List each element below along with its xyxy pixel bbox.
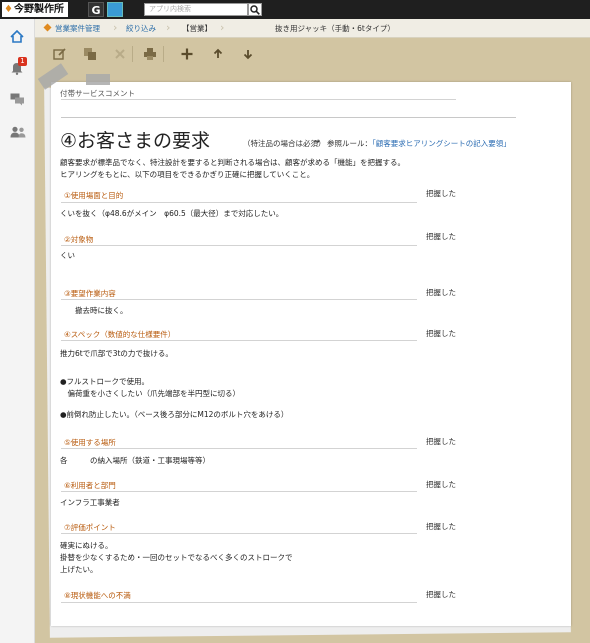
search-icon <box>250 5 260 15</box>
section-label: ⑥利用者と部門 <box>64 481 116 490</box>
record-toolbar <box>35 38 590 70</box>
section-underline <box>61 448 417 449</box>
section-label: ①使用場面と目的 <box>64 191 124 200</box>
chat-icon <box>10 93 24 106</box>
acknowledge-status[interactable]: 把握した <box>426 589 456 600</box>
add-record-button[interactable] <box>180 47 194 61</box>
section-label: ④スペック（数値的な仕様要件） <box>64 330 176 339</box>
section-text: 上げたい。 <box>60 565 98 574</box>
delete-button[interactable] <box>113 47 127 61</box>
print-button[interactable] <box>143 47 157 61</box>
section-text: 撤去時に抜く。 <box>60 306 128 315</box>
acknowledge-status[interactable]: 把握した <box>426 188 456 199</box>
section-label: ⑦評価ポイント <box>64 523 116 532</box>
acknowledge-status[interactable]: 把握した <box>426 436 456 447</box>
section-underline <box>61 202 417 203</box>
prev-section-label: 付帯サービスコメント <box>60 89 135 98</box>
logo-text: 今野製作所 <box>13 4 64 15</box>
arrow-up-icon <box>213 48 223 58</box>
print-icon <box>144 48 156 60</box>
logo-mark-icon: ♦ <box>4 4 13 15</box>
record-sheet: 付帯サービスコメント ④お客さまの要求 （特注品の場合は必須） → 参照ルール：… <box>37 63 571 626</box>
acknowledge-status[interactable]: 把握した <box>426 521 456 532</box>
section-underline <box>61 533 417 534</box>
section-label: ③要望作業内容 <box>64 289 116 298</box>
reference-rule: 参照ルール：「顧客要求ヒアリングシートの記入要領」 <box>327 138 511 149</box>
acknowledge-status[interactable]: 把握した <box>426 479 456 490</box>
section-text: くいを抜く（φ48.6がメイン φ60.5（最大径）まで対応したい。 <box>60 209 284 218</box>
notification-badge: 1 <box>18 57 27 66</box>
section-underline <box>61 245 417 246</box>
next-record-button[interactable] <box>241 47 255 61</box>
left-rail: 1 <box>0 19 35 643</box>
previous-record-button[interactable] <box>211 47 225 61</box>
tape-decoration <box>86 74 110 85</box>
rail-users[interactable] <box>0 118 34 148</box>
breadcrumb-separator-icon: › <box>166 21 171 34</box>
section-text: インフラ工事業者 <box>60 498 120 507</box>
ref-link[interactable]: 「顧客要求ヒアリングシートの記入要領」 <box>372 139 511 148</box>
section-text: 各 の納入場所（鉄道・工事現場等等） <box>60 456 210 465</box>
section-underline <box>61 602 417 603</box>
section-label: ⑧現状機能への不満 <box>64 591 131 600</box>
rail-home[interactable] <box>0 22 34 52</box>
breadcrumb: 営業案件管理 › 絞り込み › 【営業】 › 抜き用ジャッキ（手動・6tタイプ） <box>35 19 590 38</box>
section-heading: ④お客さまの要求 <box>60 130 211 152</box>
edit-icon <box>53 48 66 60</box>
users-icon <box>10 126 26 138</box>
copy-icon <box>84 48 96 60</box>
top-bar: ♦今野製作所 G アプリ内検索 <box>0 0 590 19</box>
section-text: くい <box>60 251 75 260</box>
rail-notifications[interactable]: 1 <box>0 53 34 83</box>
breadcrumb-item-app[interactable]: 営業案件管理 <box>55 23 100 34</box>
section-underline <box>61 299 417 300</box>
section-text: 推力6tで爪部で3tの力で抜ける。 <box>60 349 173 358</box>
section-text: ●フルストロークで使用。 <box>60 377 150 386</box>
search-button[interactable] <box>248 3 262 16</box>
arrow-right-icon: → <box>313 137 320 146</box>
breadcrumb-item-filter[interactable]: 絞り込み <box>126 23 156 34</box>
section-divider <box>61 99 456 100</box>
home-icon <box>10 30 24 43</box>
toolbar-divider <box>132 46 133 62</box>
duplicate-button[interactable] <box>83 47 97 61</box>
rail-messages[interactable] <box>0 85 34 115</box>
section-underline <box>61 340 417 341</box>
app-search-input[interactable]: アプリ内検索 <box>144 3 248 16</box>
section-text: 確実にぬける。 <box>60 541 113 550</box>
section-text: ●前倒れ防止したい。（ベース後ろ部分にM12のボルト穴をあける） <box>60 410 289 419</box>
g-app-button[interactable]: G <box>88 2 104 17</box>
breadcrumb-item-category: 【営業】 <box>182 24 212 33</box>
close-icon <box>115 49 125 59</box>
section-underline <box>61 491 417 492</box>
toolbar-divider <box>163 46 164 62</box>
breadcrumb-separator-icon: › <box>113 21 118 34</box>
breadcrumb-item-record: 抜き用ジャッキ（手動・6tタイプ） <box>275 24 395 33</box>
app-launcher-icon[interactable] <box>107 2 123 17</box>
acknowledge-status[interactable]: 把握した <box>426 231 456 242</box>
acknowledge-status[interactable]: 把握した <box>426 287 456 298</box>
section-text: 偏荷重を小さくしたい（爪先端部を半円型に切る） <box>60 389 240 398</box>
section-divider <box>61 117 516 118</box>
breadcrumb-separator-icon: › <box>220 21 225 34</box>
section-label: ②対象物 <box>64 235 94 244</box>
breadcrumb-app-icon <box>43 23 52 32</box>
ref-prefix: 参照ルール： <box>327 139 372 148</box>
company-logo[interactable]: ♦今野製作所 <box>2 2 68 17</box>
section-label: ⑤使用する場所 <box>64 438 116 447</box>
edit-button[interactable] <box>53 47 67 61</box>
intro-line: 顧客要求が標準品でなく、特注設計を要すると判断される場合は、顧客が求める「機能」… <box>60 158 405 167</box>
intro-line: ヒアリングをもとに、以下の項目をできるかぎり正確に把握していくこと。 <box>60 170 315 179</box>
acknowledge-status[interactable]: 把握した <box>426 328 456 339</box>
section-text: 掛替を少なくするため・一回のセットでなるべく多くのストロークで <box>60 553 293 562</box>
plus-icon <box>181 48 193 60</box>
arrow-down-icon <box>243 50 253 60</box>
